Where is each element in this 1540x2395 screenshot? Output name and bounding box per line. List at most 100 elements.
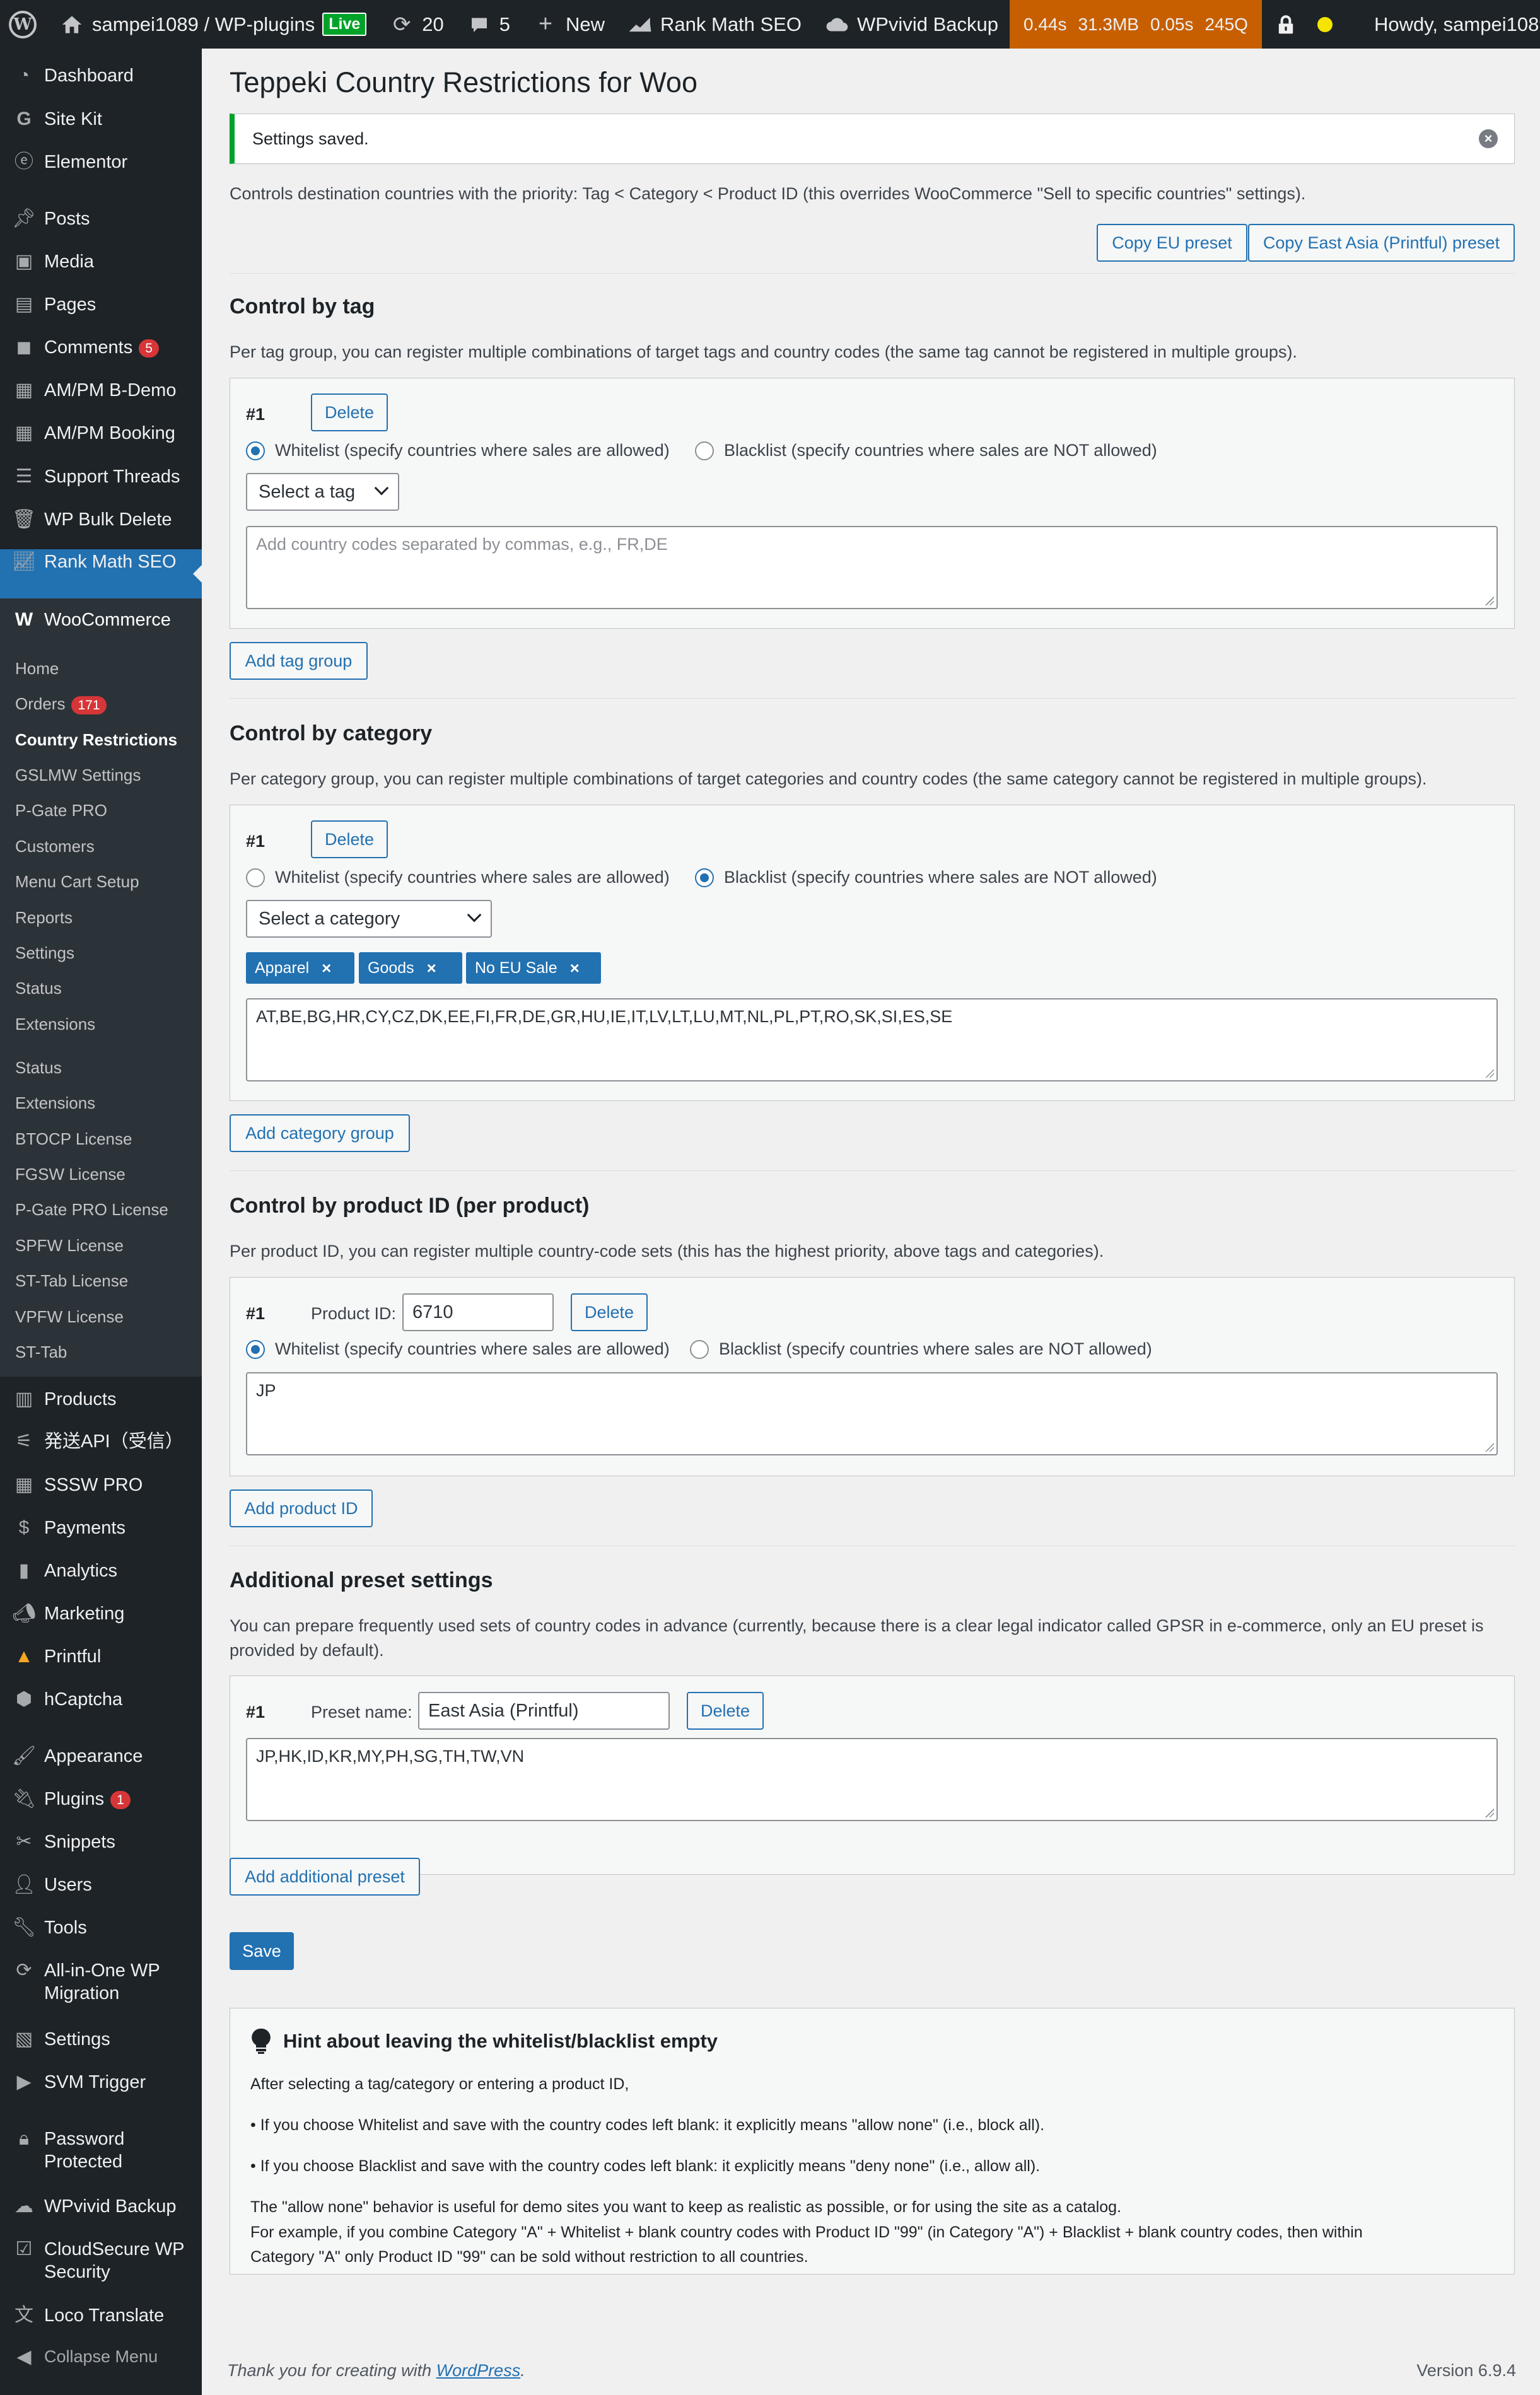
submenu-spfw-license[interactable]: SPFW License bbox=[15, 1236, 124, 1256]
comments-menu[interactable]: 5 bbox=[455, 0, 522, 49]
menu-svm-trigger[interactable]: ▶ SVM Trigger bbox=[0, 2071, 202, 2094]
submenu-status-2[interactable]: Status bbox=[15, 1058, 62, 1078]
submenu-status[interactable]: Status bbox=[15, 979, 62, 998]
submenu-pgate-pro[interactable]: P-Gate PRO bbox=[15, 801, 107, 820]
rankmath-menu[interactable]: Rank Math SEO bbox=[616, 0, 813, 49]
menu-elementor[interactable]: ⓔ Elementor bbox=[0, 151, 202, 173]
copy-eu-preset-button[interactable]: Copy EU preset bbox=[1097, 224, 1247, 262]
qm-time: 0.44s bbox=[1023, 14, 1067, 34]
menu-users[interactable]: 👤︎ Users bbox=[0, 1873, 202, 1896]
collapse-menu-button[interactable]: ◀ Collapse Menu bbox=[0, 2346, 202, 2369]
menu-payments[interactable]: $ Payments bbox=[0, 1517, 202, 1539]
menu-marketing[interactable]: 📣︎ Marketing bbox=[0, 1602, 202, 1625]
site-name-menu[interactable]: sampei1089 / WP-plugins Live bbox=[48, 0, 378, 49]
category-chip[interactable]: Goods × bbox=[359, 952, 462, 984]
submenu-sttab[interactable]: ST-Tab bbox=[15, 1343, 67, 1362]
menu-settings[interactable]: ▧ Settings bbox=[0, 2028, 202, 2051]
preset-name-input[interactable]: East Asia (Printful) bbox=[418, 1692, 670, 1730]
submenu-reports[interactable]: Reports bbox=[15, 908, 73, 928]
submenu-menu-cart-setup[interactable]: Menu Cart Setup bbox=[15, 872, 139, 892]
menu-wpvivid-backup[interactable]: ☁ WPvivid Backup bbox=[0, 2195, 202, 2218]
menu-plugins[interactable]: 🔌︎ Plugins 1 bbox=[0, 1788, 202, 1810]
menu-rank-math[interactable]: 📈︎ Rank Math SEO bbox=[0, 551, 202, 573]
whitelist-radio[interactable]: Whitelist (specify countries where sales… bbox=[246, 441, 670, 460]
menu-loco-translate[interactable]: 文 Loco Translate bbox=[0, 2304, 202, 2327]
whitelist-radio[interactable]: Whitelist (specify countries where sales… bbox=[246, 868, 670, 887]
submenu-sttab-license[interactable]: ST-Tab License bbox=[15, 1271, 128, 1291]
wpvivid-menu[interactable]: WPvivid Backup bbox=[813, 0, 1010, 49]
save-button[interactable]: Save bbox=[230, 1932, 294, 1970]
product-country-codes-textarea[interactable]: JP bbox=[246, 1372, 1498, 1455]
menu-analytics[interactable]: ▮ Analytics bbox=[0, 1559, 202, 1582]
dismiss-icon[interactable]: × bbox=[1479, 129, 1498, 148]
menu-pages[interactable]: ▤ Pages bbox=[0, 293, 202, 316]
delete-tag-group-button[interactable]: Delete bbox=[311, 393, 388, 431]
menu-cloudsecure[interactable]: ☑ CloudSecure WP Security bbox=[0, 2238, 202, 2284]
add-category-group-button[interactable]: Add category group bbox=[230, 1114, 410, 1152]
submenu-fgsw-license[interactable]: FGSW License bbox=[15, 1165, 125, 1184]
submenu-gslmw-settings[interactable]: GSLMW Settings bbox=[15, 766, 141, 785]
whitelist-radio[interactable]: Whitelist (specify countries where sales… bbox=[246, 1339, 670, 1359]
menu-tools[interactable]: 🔧︎ Tools bbox=[0, 1916, 202, 1939]
wordpress-link[interactable]: WordPress bbox=[436, 2361, 521, 2380]
submenu-home[interactable]: Home bbox=[15, 659, 59, 679]
submenu-settings[interactable]: Settings bbox=[15, 943, 74, 963]
category-select[interactable]: Select a category bbox=[246, 900, 492, 938]
menu-ampm-booking[interactable]: ▦ AM/PM Booking bbox=[0, 422, 202, 445]
submenu-orders[interactable]: Orders 171 bbox=[15, 694, 107, 714]
blacklist-radio[interactable]: Blacklist (specify countries where sales… bbox=[695, 868, 1157, 887]
menu-sssw-pro[interactable]: ▦ SSSW PRO bbox=[0, 1474, 202, 1496]
remove-chip-icon[interactable]: × bbox=[322, 959, 331, 978]
lock-menu[interactable] bbox=[1262, 0, 1317, 49]
remove-chip-icon[interactable]: × bbox=[427, 959, 436, 978]
delete-category-group-button[interactable]: Delete bbox=[311, 820, 388, 858]
delete-product-group-button[interactable]: Delete bbox=[571, 1293, 648, 1331]
menu-site-kit[interactable]: G Site Kit bbox=[0, 108, 202, 131]
tag-select[interactable]: Select a tag bbox=[246, 473, 399, 511]
tag-country-codes-textarea[interactable]: Add country codes separated by commas, e… bbox=[246, 526, 1498, 609]
menu-dashboard[interactable]: ◔ Dashboard bbox=[0, 64, 202, 87]
copy-east-asia-preset-button[interactable]: Copy East Asia (Printful) preset bbox=[1248, 224, 1515, 262]
updates-icon: ⟳ bbox=[393, 12, 411, 37]
submenu-extensions-2[interactable]: Extensions bbox=[15, 1093, 95, 1113]
menu-posts[interactable]: 📌︎ Posts bbox=[0, 207, 202, 230]
menu-hcaptcha[interactable]: ⬢ hCaptcha bbox=[0, 1688, 202, 1711]
menu-woocommerce[interactable]: W WooCommerce bbox=[0, 609, 202, 631]
submenu-vpfw-license[interactable]: VPFW License bbox=[15, 1307, 124, 1327]
menu-products[interactable]: ▥ Products bbox=[0, 1388, 202, 1411]
menu-support-threads[interactable]: ☰ Support Threads bbox=[0, 465, 202, 488]
menu-printful[interactable]: ▲ Printful bbox=[0, 1645, 202, 1668]
add-additional-preset-button[interactable]: Add additional preset bbox=[230, 1858, 420, 1896]
menu-all-in-one-migration[interactable]: ⟳ All-in-One WP Migration bbox=[0, 1959, 202, 2005]
submenu-customers[interactable]: Customers bbox=[15, 837, 95, 856]
menu-shipping-api[interactable]: ⚟ 発送API（受信） bbox=[0, 1430, 202, 1453]
submenu-btocp-license[interactable]: BTOCP License bbox=[15, 1129, 132, 1149]
category-chip[interactable]: Apparel × bbox=[246, 952, 354, 984]
add-tag-group-button[interactable]: Add tag group bbox=[230, 642, 368, 680]
delete-preset-button[interactable]: Delete bbox=[687, 1692, 764, 1730]
query-monitor-menu[interactable]: 0.44s 31.3MB 0.05s 245Q bbox=[1009, 0, 1262, 49]
submenu-pgate-pro-license[interactable]: P-Gate PRO License bbox=[15, 1200, 168, 1220]
menu-comments[interactable]: ◼ Comments 5 bbox=[0, 336, 202, 359]
preset-country-codes-textarea[interactable]: JP,HK,ID,KR,MY,PH,SG,TH,TW,VN bbox=[246, 1738, 1498, 1821]
product-id-input[interactable]: 6710 bbox=[402, 1293, 554, 1331]
updates-menu[interactable]: ⟳ 20 bbox=[378, 0, 455, 49]
menu-media[interactable]: ▣ Media bbox=[0, 250, 202, 273]
blacklist-radio[interactable]: Blacklist (specify countries where sales… bbox=[690, 1339, 1152, 1359]
new-content-menu[interactable]: + New bbox=[522, 0, 616, 49]
my-account-menu[interactable]: Howdy, sampei1089 bbox=[1363, 0, 1540, 49]
submenu-country-restrictions[interactable]: Country Restrictions bbox=[15, 730, 177, 750]
submenu-extensions[interactable]: Extensions bbox=[15, 1015, 95, 1034]
remove-chip-icon[interactable]: × bbox=[570, 959, 580, 978]
add-product-id-button[interactable]: Add product ID bbox=[230, 1489, 373, 1527]
menu-wp-bulk-delete[interactable]: 🗑︎ WP Bulk Delete bbox=[0, 508, 202, 531]
menu-ampm-bdemo[interactable]: ▦ AM/PM B-Demo bbox=[0, 379, 202, 402]
wp-logo-menu[interactable]: W bbox=[0, 0, 48, 49]
menu-snippets[interactable]: ✂ Snippets bbox=[0, 1831, 202, 1853]
status-dot-icon bbox=[1317, 16, 1333, 32]
menu-password-protected[interactable]: 🔒︎ Password Protected bbox=[0, 2128, 202, 2174]
category-chip[interactable]: No EU Sale × bbox=[466, 952, 601, 984]
blacklist-radio[interactable]: Blacklist (specify countries where sales… bbox=[695, 441, 1157, 460]
menu-appearance[interactable]: 🖌︎ Appearance bbox=[0, 1745, 202, 1768]
category-country-codes-textarea[interactable]: AT,BE,BG,HR,CY,CZ,DK,EE,FI,FR,DE,GR,HU,I… bbox=[246, 998, 1498, 1081]
